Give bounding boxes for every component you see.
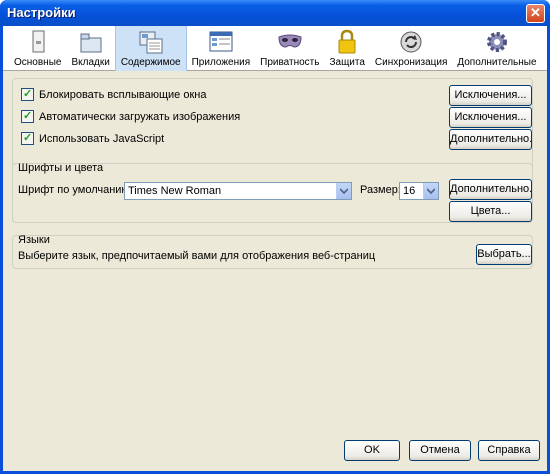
fonts-group-label: Шрифты и цвета <box>18 162 104 174</box>
javascript-label: Использовать JavaScript <box>39 132 165 145</box>
popup-exceptions-button[interactable]: Исключения... <box>449 85 532 106</box>
chevron-down-icon[interactable] <box>336 183 351 199</box>
tab-content-label: Содержимое <box>120 57 181 68</box>
font-size-select[interactable]: 16 <box>399 182 439 200</box>
default-font-value: Times New Roman <box>128 185 222 197</box>
tab-sync[interactable]: Синхронизация <box>370 26 452 71</box>
close-icon: ✕ <box>530 5 541 20</box>
image-exceptions-button[interactable]: Исключения... <box>449 107 532 128</box>
applications-icon <box>209 31 233 52</box>
dialog-body: Основные Вкладки Содержимое Приложения П… <box>3 26 547 471</box>
tab-applications-label: Приложения <box>191 57 251 68</box>
content-icon <box>139 31 163 54</box>
tab-advanced-label: Дополнительные <box>457 57 537 68</box>
general-icon <box>32 30 45 53</box>
security-lock-icon <box>338 29 356 54</box>
privacy-mask-icon <box>278 34 302 48</box>
checkmark-icon: ✓ <box>23 132 33 144</box>
tab-security[interactable]: Защита <box>324 26 369 71</box>
checkbox-box[interactable]: ✓ <box>21 88 34 101</box>
tab-general-label: Основные <box>14 57 62 68</box>
choose-language-button[interactable]: Выбрать... <box>476 244 532 265</box>
ok-button[interactable]: OK <box>344 440 400 461</box>
checkmark-icon: ✓ <box>23 88 33 100</box>
javascript-advanced-button[interactable]: Дополнительно... <box>449 129 532 150</box>
tab-advanced[interactable]: Дополнительные <box>452 26 541 71</box>
checkbox-box[interactable]: ✓ <box>21 110 34 123</box>
tab-applications[interactable]: Приложения <box>187 26 256 71</box>
close-button[interactable]: ✕ <box>526 4 545 23</box>
help-button[interactable]: Справка <box>478 440 540 461</box>
tab-sync-label: Синхронизация <box>374 57 448 68</box>
fonts-colors-group: Шрифты и цвета Шрифт по умолчанию: Times… <box>12 162 533 223</box>
font-size-label: Размер: <box>360 184 401 196</box>
languages-group-label: Языки <box>18 234 50 246</box>
fonts-advanced-button[interactable]: Дополнительно... <box>449 179 532 200</box>
languages-description: Выберите язык, предпочитаемый вами для о… <box>18 250 376 262</box>
sync-icon <box>400 31 422 53</box>
load-images-label: Автоматически загружать изображения <box>39 110 241 123</box>
languages-group: Языки Выберите язык, предпочитаемый вами… <box>12 234 533 269</box>
tab-content[interactable]: Содержимое <box>114 26 187 71</box>
checkbox-box[interactable]: ✓ <box>21 132 34 145</box>
default-font-select[interactable]: Times New Roman <box>124 182 352 200</box>
tab-security-label: Защита <box>329 57 365 68</box>
tabs-icon <box>80 33 102 53</box>
checkmark-icon: ✓ <box>23 110 33 122</box>
font-size-value: 16 <box>403 185 416 197</box>
tab-privacy[interactable]: Приватность <box>255 26 324 71</box>
tab-tabs-label: Вкладки <box>71 57 110 68</box>
block-popups-checkbox[interactable]: ✓ Блокировать всплывающие окна <box>21 88 206 101</box>
tab-general[interactable]: Основные <box>9 26 66 71</box>
preferences-window: Настройки ✕ Основные Вкладки Содержимое … <box>0 0 550 474</box>
cancel-button[interactable]: Отмена <box>409 440 471 461</box>
chevron-down-icon[interactable] <box>423 183 438 199</box>
default-font-label: Шрифт по умолчанию: <box>18 184 133 196</box>
tab-privacy-label: Приватность <box>260 57 320 68</box>
block-popups-label: Блокировать всплывающие окна <box>39 88 207 101</box>
tab-tabs[interactable]: Вкладки <box>66 26 114 71</box>
preferences-toolbar: Основные Вкладки Содержимое Приложения П… <box>3 26 547 71</box>
title-bar[interactable]: Настройки ✕ <box>0 0 550 26</box>
advanced-gear-icon <box>486 32 507 52</box>
load-images-checkbox[interactable]: ✓ Автоматически загружать изображения <box>21 110 240 123</box>
window-title: Настройки <box>7 5 76 20</box>
colors-button[interactable]: Цвета... <box>449 201 532 222</box>
javascript-checkbox[interactable]: ✓ Использовать JavaScript <box>21 132 164 145</box>
